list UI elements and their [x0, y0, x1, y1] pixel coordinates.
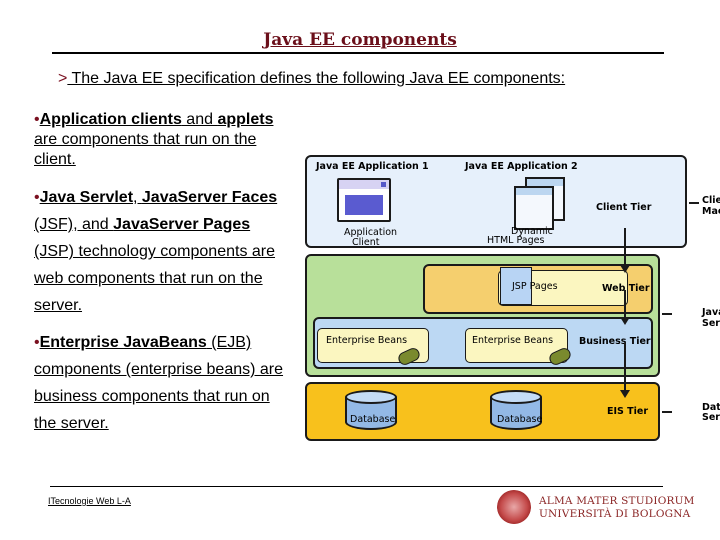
- bullet-bold-text: JavaServer Faces: [141, 189, 278, 206]
- logo-line-2: UNIVERSITÀ DI BOLOGNA: [539, 508, 691, 520]
- database-icon: [345, 390, 397, 434]
- enterprise-beans-label-2: Enterprise Beans: [472, 335, 554, 346]
- bullet-text: and: [181, 111, 218, 128]
- logo-line-1: ALMA MATER STUDIORUM: [539, 495, 695, 507]
- bullet-text: (JSP) technology components are web comp…: [34, 243, 276, 314]
- footer-divider: [50, 486, 663, 487]
- bracket-connector: [662, 313, 672, 315]
- javaee-architecture-diagram: Java EE Application 1 Java EE Applicatio…: [300, 150, 720, 445]
- application-client-icon: [337, 178, 391, 222]
- app2-title: Java EE Application 2: [465, 161, 578, 172]
- flow-line: [624, 228, 626, 266]
- app1-title: Java EE Application 1: [316, 161, 429, 172]
- bullet-text: (JSF), and: [34, 216, 114, 233]
- university-seal-icon: [497, 490, 531, 524]
- bullet-text: are components that run on the client.: [34, 131, 257, 168]
- eis-tier-label: EIS Tier: [607, 406, 649, 417]
- arrow-down-icon: [620, 390, 630, 398]
- html-page-icon-front: [514, 186, 554, 230]
- bullet-client-components: •Application clients and applets are com…: [34, 110, 284, 170]
- flow-line: [624, 290, 626, 318]
- database-server-label-2: Server: [702, 412, 720, 423]
- database-label-1: Database: [350, 414, 396, 425]
- bullet-list: •Application clients and applets are com…: [34, 110, 284, 437]
- footer-course-link[interactable]: ITecnologie Web L-A: [48, 496, 131, 506]
- title-divider: [52, 52, 664, 54]
- dynamic-html-label-2: HTML Pages: [487, 235, 545, 246]
- subtitle-marker: >: [58, 70, 68, 87]
- university-logo: ALMA MATER STUDIORUM UNIVERSITÀ DI BOLOG…: [497, 490, 694, 526]
- bullet-business-components: •Enterprise JavaBeans (EJB) components (…: [34, 329, 284, 437]
- bullet-bold-text: JavaServer Pages: [113, 216, 251, 233]
- database-icon: [490, 390, 542, 434]
- bullet-web-components: •Java Servlet, JavaServer Faces (JSF), a…: [34, 184, 284, 319]
- app-client-label-2: Client: [352, 237, 380, 248]
- flow-line: [624, 343, 626, 391]
- bullet-bold-text: Enterprise JavaBeans: [39, 334, 207, 351]
- arrow-down-icon: [620, 317, 630, 325]
- slide-subtitle: > The Java EE specification defines the …: [58, 70, 565, 88]
- javaee-server-label: Java EE: [702, 307, 720, 318]
- web-tier-label: Web Tier: [602, 283, 650, 294]
- bracket-connector: [662, 411, 672, 413]
- database-label-2: Database: [497, 414, 543, 425]
- business-tier-label: Business Tier: [579, 336, 651, 347]
- bullet-bold-text: Java Servlet: [39, 189, 134, 206]
- slide-title: Java EE components: [263, 30, 457, 50]
- subtitle-text: The Java EE specification defines the fo…: [67, 70, 566, 87]
- javaee-server-label-2: Server: [702, 318, 720, 329]
- enterprise-beans-label-1: Enterprise Beans: [326, 335, 408, 346]
- bullet-bold-text: applets: [217, 111, 274, 128]
- bullet-bold-text: Application clients: [39, 111, 182, 128]
- client-tier-label: Client Tier: [596, 202, 652, 213]
- bullet-text: ,: [133, 189, 142, 206]
- bracket-connector: [689, 202, 699, 204]
- arrow-down-icon: [620, 265, 630, 273]
- client-machine-label: Client: [702, 195, 720, 206]
- jsp-pages-label: JSP Pages: [512, 281, 558, 292]
- client-machine-label-2: Machine: [702, 206, 720, 217]
